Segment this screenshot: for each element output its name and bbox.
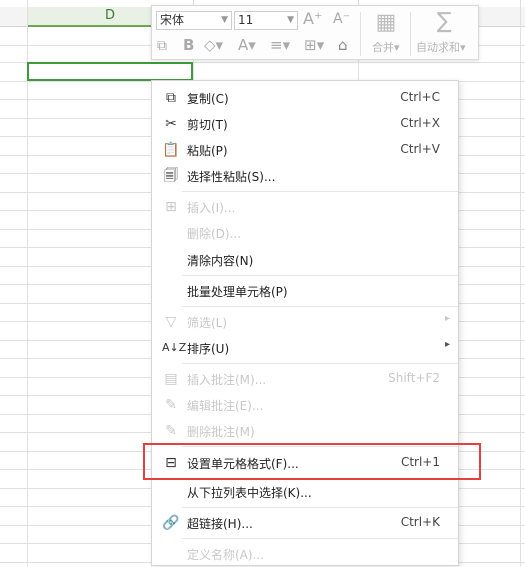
menu-separator [182,538,458,539]
merge-button-label[interactable]: 合并▾ [372,39,400,55]
menu-item-label: 剪切(T) [187,118,228,132]
menu-item-shortcut: Ctrl+C [400,90,440,104]
menu-item-label: 超链接(H)... [187,517,253,531]
context-menu: ⧉ 复制(C) Ctrl+C ✂ 剪切(T) Ctrl+X 📋 粘贴(P) Ct… [151,80,459,566]
selected-cell[interactable] [27,62,193,81]
menu-item-label: 排序(U) [187,342,230,356]
menu-item-label: 插入批注(M)... [187,373,267,387]
menu-item-insert[interactable]: ⊞ 插入(I)... [152,194,458,220]
autosum-button-label[interactable]: 自动求和▾ [416,39,466,55]
filter-icon: ▽ [165,314,177,330]
menu-separator [182,306,458,307]
menu-item-label: 从下拉列表中选择(K)... [187,486,312,500]
chevron-down-icon: ▼ [287,15,294,25]
delete-comment-icon: ✎ [165,423,177,439]
menu-separator [182,191,458,192]
menu-item-insert-comment[interactable]: ▤ 插入批注(M)... Shift+F2 [152,366,458,392]
menu-item-label: 复制(C) [187,92,229,106]
font-size-value: 11 [238,13,254,27]
sort-az-icon: A↓Z [162,341,187,354]
menu-item-filter[interactable]: ▽ 筛选(L) ▸ [152,309,458,335]
insert-comment-icon: ▤ [164,371,178,387]
grid-line [520,0,521,566]
paste-special-icon: 🗐 [164,168,178,184]
column-header-c[interactable] [0,7,27,27]
menu-item-define-name[interactable]: 定义名称(A)... [152,541,458,567]
link-icon: 🔗 [162,515,180,531]
menu-item-shortcut: Ctrl+V [400,142,440,156]
menu-item-pick-from-list[interactable]: 从下拉列表中选择(K)... [152,479,458,505]
font-color-icon[interactable]: A▾ [238,37,256,53]
bold-button[interactable]: B [183,37,194,53]
scissors-icon: ✂ [165,116,177,132]
menu-item-label: 批量处理单元格(P) [187,285,288,299]
menu-item-paste[interactable]: 📋 粘贴(P) Ctrl+V [152,137,458,163]
menu-item-delete-comment[interactable]: ✎ 删除批注(M) [152,418,458,444]
chevron-right-icon: ▸ [444,313,450,324]
insert-cells-icon: ⊞ [165,199,177,215]
align-icon[interactable]: ≡▾ [270,37,290,53]
borders-icon[interactable]: ⊞▾ [304,37,324,53]
menu-item-batch-process[interactable]: 批量处理单元格(P) [152,278,458,304]
menu-item-delete[interactable]: 删除(D)... [152,220,458,246]
menu-item-clear-contents[interactable]: 清除内容(N) [152,247,458,273]
merge-cells-icon[interactable]: ▦ [366,10,406,35]
format-painter-icon[interactable]: ⧉ [157,38,167,54]
divider [360,12,361,56]
fill-color-icon[interactable]: ◇▾ [204,37,223,53]
menu-item-sort[interactable]: A↓Z 排序(U) ▸ [152,335,458,361]
menu-item-paste-special[interactable]: 🗐 选择性粘贴(S)... [152,163,458,189]
autosum-label-text: 自动求和 [416,41,460,54]
divider [410,12,411,56]
menu-item-cut[interactable]: ✂ 剪切(T) Ctrl+X [152,111,458,137]
menu-item-edit-comment[interactable]: ✎ 编辑批注(E)... [152,392,458,418]
chevron-right-icon: ▸ [444,339,450,350]
menu-item-label: 定义名称(A)... [187,548,265,562]
decrease-font-size-icon[interactable]: A⁻ [333,11,350,27]
merge-label-text: 合并 [372,41,394,54]
menu-separator [182,363,458,364]
edit-comment-icon: ✎ [165,397,177,413]
font-size-select[interactable]: 11 ▼ [234,11,298,30]
mini-toolbar: 宋体 ▼ 11 ▼ A⁺ A⁻ ⧉ B ◇▾ A▾ ≡▾ ⊞▾ ⌂ ▦ 合并▾ … [151,5,479,60]
menu-item-label: 筛选(L) [187,316,228,330]
font-name-value: 宋体 [160,13,185,27]
menu-separator [182,275,458,276]
autosum-icon[interactable]: ∑ [424,9,464,34]
grid-line [27,0,28,566]
highlight-box [143,443,481,480]
menu-item-shortcut: Shift+F2 [388,371,440,385]
menu-item-label: 删除批注(M) [187,425,255,439]
menu-item-label: 删除(D)... [187,227,242,241]
menu-item-label: 清除内容(N) [187,254,254,268]
menu-item-label: 粘贴(P) [187,144,228,158]
menu-separator [182,507,458,508]
chevron-down-icon: ▼ [221,15,228,25]
font-name-select[interactable]: 宋体 ▼ [156,11,232,30]
menu-item-label: 选择性粘贴(S)... [187,170,276,184]
clipboard-icon: 📋 [162,142,180,158]
clear-format-icon[interactable]: ⌂ [338,37,348,53]
menu-item-label: 插入(I)... [187,201,236,215]
menu-item-label: 编辑批注(E)... [187,399,264,413]
menu-item-shortcut: Ctrl+K [400,515,440,529]
copy-icon: ⧉ [166,90,176,106]
menu-item-shortcut: Ctrl+X [400,116,440,130]
menu-item-copy[interactable]: ⧉ 复制(C) Ctrl+C [152,85,458,111]
increase-font-size-icon[interactable]: A⁺ [303,11,322,27]
menu-item-hyperlink[interactable]: 🔗 超链接(H)... Ctrl+K [152,510,458,536]
